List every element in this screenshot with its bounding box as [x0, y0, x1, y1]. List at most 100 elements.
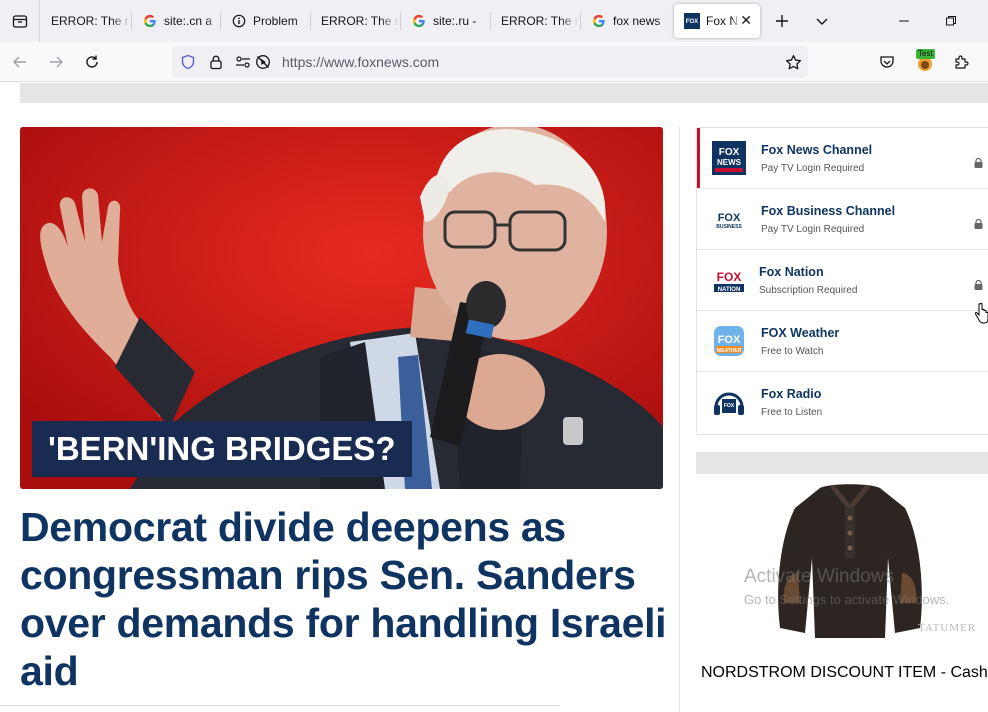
hero-headline[interactable]: Democrat divide deepens as congressman r… — [20, 503, 670, 695]
watch-item-fox-radio[interactable]: FOX Fox Radio Free to Listen — [697, 372, 988, 433]
windows-activation-hint: Go to Settings to activate Windows. — [744, 592, 950, 607]
browser-tab-active[interactable]: FOX Fox N ✕ — [674, 4, 760, 38]
watch-item-fox-business[interactable]: FOX BUSINESS Fox Business Channel Pay TV … — [697, 189, 988, 250]
watch-item-subtitle: Pay TV Login Required — [761, 224, 865, 235]
fox-radio-logo: FOX — [714, 392, 744, 415]
svg-text:FOX: FOX — [686, 19, 698, 25]
browser-tab[interactable]: fox news — [581, 4, 671, 38]
watch-item-fox-nation[interactable]: FOX NATION Fox Nation Subscription Requir… — [697, 250, 988, 324]
watch-live-panel: FOX NEWS Fox News Channel Pay TV Login Re… — [696, 127, 988, 435]
browser-tab[interactable]: ERROR: The r — [491, 4, 579, 38]
tab-title: fox news — [613, 14, 661, 28]
browser-tab[interactable]: site:.ru - — [401, 4, 489, 38]
google-g-icon — [591, 13, 607, 29]
firefox-view-icon — [12, 15, 27, 28]
divider — [0, 705, 560, 706]
page-content: 'BERN'ING BRIDGES? Democrat divide deepe… — [0, 83, 988, 712]
reload-icon — [86, 55, 98, 68]
close-tab-icon[interactable]: ✕ — [740, 13, 752, 27]
browser-tab[interactable]: ERROR: The r — [41, 4, 131, 38]
minimize-button[interactable] — [888, 5, 920, 37]
lock-icon — [974, 280, 983, 290]
url-text[interactable]: https://www.foxnews.com — [282, 54, 439, 70]
tab-title: ERROR: The r — [501, 14, 579, 28]
google-g-icon — [142, 13, 158, 29]
browser-tab[interactable]: Problem — [221, 4, 309, 38]
restore-button[interactable] — [935, 5, 967, 37]
permissions-icon[interactable] — [235, 54, 251, 70]
svg-text:BUSINESS: BUSINESS — [716, 224, 742, 230]
plus-icon — [776, 15, 788, 27]
hero-kicker[interactable]: 'BERN'ING BRIDGES? — [32, 421, 412, 477]
watch-item-title: FOX Weather — [761, 326, 840, 340]
fox-news-icon: FOX — [684, 13, 700, 29]
minimize-icon — [899, 20, 909, 22]
autoplay-blocked-icon[interactable] — [255, 54, 271, 70]
svg-text:FOX: FOX — [717, 270, 742, 284]
chevron-down-icon — [816, 18, 828, 25]
svg-text:NATION: NATION — [718, 287, 741, 293]
tab-title: Fox N — [706, 14, 739, 28]
svg-text:FOX: FOX — [724, 403, 735, 409]
lock-icon — [974, 158, 983, 168]
extension-badge: Test — [916, 49, 935, 59]
tab-title: ERROR: The r — [321, 14, 399, 28]
navigation-toolbar: https://www.foxnews.com Test — [0, 42, 988, 82]
pocket-icon — [880, 56, 894, 68]
shield-icon[interactable] — [180, 54, 196, 70]
forward-button[interactable] — [40, 46, 72, 78]
fox-weather-logo: FOX WEATHER — [714, 326, 744, 356]
hero-image[interactable]: 'BERN'ING BRIDGES? — [20, 127, 663, 489]
watch-item-subtitle: Pay TV Login Required — [761, 163, 865, 174]
list-all-tabs-button[interactable] — [806, 5, 838, 37]
watch-item-title: Fox Business Channel — [761, 204, 896, 218]
tab-title: site:.ru - — [433, 14, 477, 28]
info-circle-icon — [231, 13, 247, 29]
address-bar[interactable]: https://www.foxnews.com — [172, 46, 808, 78]
ad-product-image — [778, 484, 922, 638]
lock-icon[interactable] — [208, 54, 224, 70]
restore-window-icon — [946, 16, 956, 26]
svg-text:FOX: FOX — [718, 212, 741, 224]
tab-title: site:.cn a — [164, 14, 213, 28]
bookmark-star-icon[interactable] — [785, 54, 802, 71]
watch-item-subtitle: Subscription Required — [759, 285, 858, 296]
ad-title[interactable]: NORDSTROM DISCOUNT ITEM - Cashmere Casua… — [701, 662, 988, 683]
extension-button[interactable]: Test — [909, 46, 941, 78]
arrow-right-icon — [50, 56, 63, 68]
svg-text:FOX: FOX — [718, 334, 741, 346]
watch-item-title: Fox Nation — [759, 265, 824, 279]
reload-button[interactable] — [76, 46, 108, 78]
browser-tab[interactable]: ERROR: The r — [311, 4, 399, 38]
fox-nation-logo: FOX NATION — [714, 270, 744, 293]
firefox-view-button[interactable] — [0, 0, 40, 42]
watch-item-title: Fox News Channel — [761, 143, 873, 157]
watch-item-subtitle: Free to Watch — [761, 346, 824, 357]
pocket-button[interactable] — [871, 46, 903, 78]
arrow-left-icon — [13, 56, 26, 68]
fox-news-channel-logo: FOXNEWS — [712, 141, 746, 175]
svg-text:FOX: FOX — [719, 147, 740, 158]
ad-label-bar — [696, 452, 988, 474]
puzzle-piece-icon — [955, 55, 969, 69]
tab-title: ERROR: The r — [51, 14, 129, 28]
fox-business-logo: FOXBUSINESS — [716, 212, 742, 230]
tab-title: Problem — [253, 14, 298, 28]
column-divider — [679, 127, 680, 712]
svg-text:NEWS: NEWS — [717, 158, 742, 167]
browser-tab[interactable]: site:.cn a — [132, 4, 220, 38]
watch-item-subtitle: Free to Listen — [761, 407, 823, 418]
new-tab-button[interactable] — [766, 5, 798, 37]
watch-item-title: Fox Radio — [761, 387, 822, 401]
back-button[interactable] — [4, 46, 36, 78]
windows-activation-watermark: Activate Windows — [744, 566, 894, 587]
watch-item-fox-weather[interactable]: FOX WEATHER FOX Weather Free to Watch — [697, 311, 988, 372]
ad-brand-watermark: TATUMER — [918, 622, 977, 634]
tab-strip: ERROR: The r site:.cn a Problem ERROR: T… — [0, 0, 988, 42]
lock-icon — [974, 219, 983, 229]
svg-text:WEATHER: WEATHER — [717, 348, 742, 354]
extensions-menu-button[interactable] — [945, 46, 977, 78]
watch-item-fox-news-channel[interactable]: FOX NEWS Fox News Channel Pay TV Login Re… — [697, 128, 988, 189]
top-ad-placeholder — [20, 83, 988, 103]
google-g-icon — [411, 13, 427, 29]
